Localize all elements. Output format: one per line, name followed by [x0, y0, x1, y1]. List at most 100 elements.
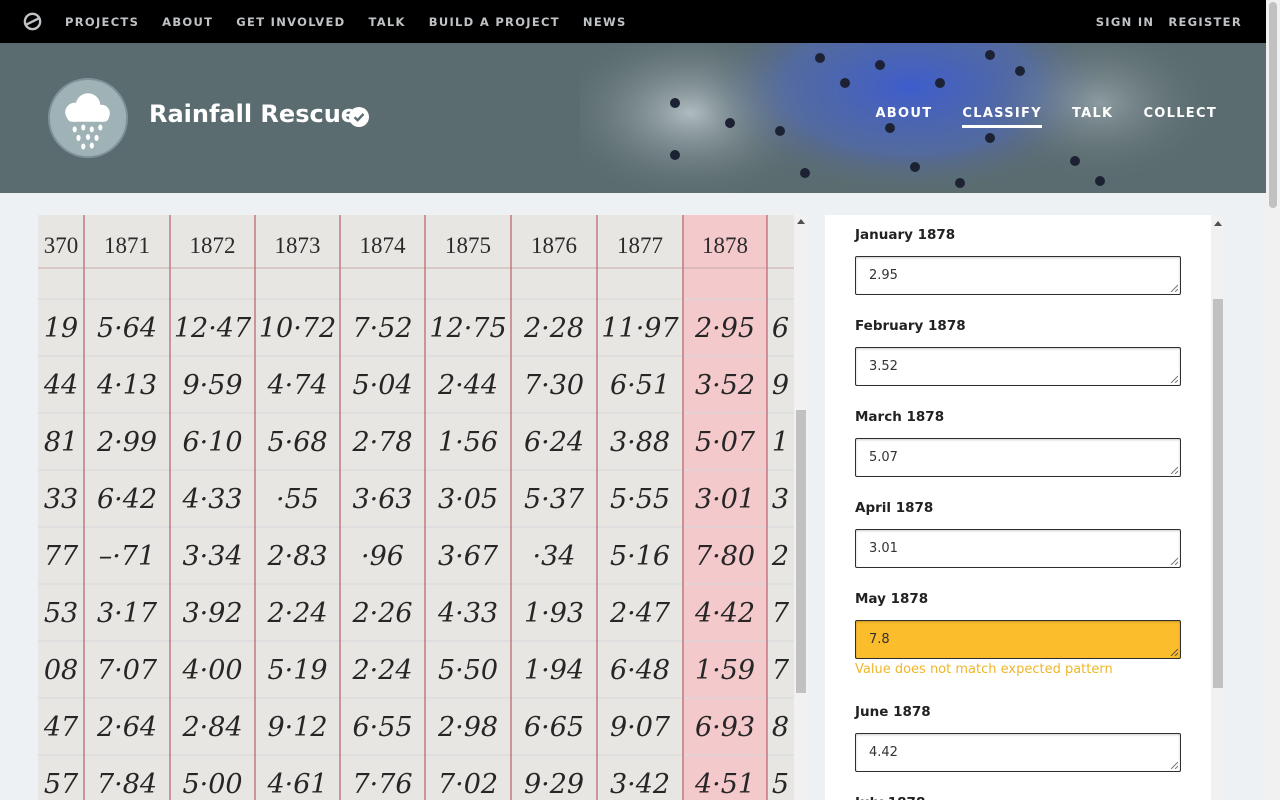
handwritten-value: 6·48: [610, 655, 670, 686]
march-input[interactable]: 5.07: [855, 438, 1181, 477]
tab-about[interactable]: ABOUT: [875, 106, 932, 128]
rainfall-ledger-image[interactable]: 370 1871 1872 1873 1874 1875 1876 1877 187819 5·6…: [38, 215, 794, 800]
handwritten-value: 77: [44, 541, 79, 572]
handwritten-value: 4·00: [181, 655, 242, 686]
resize-grip-icon[interactable]: [1170, 761, 1178, 769]
input-value: 4.42: [869, 745, 898, 760]
field-label: May 1878: [855, 591, 929, 607]
year-header: 1876: [531, 233, 577, 258]
year-header: 1872: [190, 233, 236, 258]
nav-about-link[interactable]: ABOUT: [162, 15, 213, 29]
handwritten-value: 2·24: [266, 598, 327, 629]
nav-projects-link[interactable]: PROJECTS: [65, 15, 139, 29]
handwritten-value: 5·04: [352, 370, 412, 401]
year-header: 1878: [702, 233, 748, 258]
handwritten-value: 2·26: [351, 598, 412, 629]
resize-grip-icon[interactable]: [1170, 284, 1178, 292]
scroll-up-arrow-icon[interactable]: [797, 219, 805, 224]
handwritten-value: 6·55: [352, 712, 412, 743]
input-value: 3.01: [869, 541, 898, 556]
task-panel-scrollbar-thumb[interactable]: [1213, 299, 1223, 688]
rain-cloud-icon: [65, 93, 110, 150]
zooniverse-logo-icon[interactable]: [22, 11, 43, 32]
handwritten-value: 2·83: [266, 541, 327, 572]
project-avatar[interactable]: [48, 78, 128, 158]
year-header: 1873: [275, 233, 321, 258]
february-input[interactable]: 3.52: [855, 347, 1181, 386]
resize-grip-icon[interactable]: [1170, 466, 1178, 474]
handwritten-value: 6·93: [695, 712, 755, 743]
handwritten-value: 44: [43, 370, 78, 401]
handwritten-value: 3·17: [97, 598, 158, 629]
handwritten-value: 6·42: [97, 484, 157, 515]
handwritten-value: 4·33: [181, 484, 242, 515]
sign-in-link[interactable]: SIGN IN: [1096, 15, 1155, 29]
handwritten-value: 9·07: [610, 712, 671, 743]
handwritten-value: 2·44: [437, 370, 498, 401]
field-march: March 1878 5.07: [855, 406, 1181, 477]
project-title[interactable]: Rainfall Rescue: [149, 100, 357, 128]
handwritten-value: 7·52: [352, 313, 412, 344]
field-june: June 1878 4.42: [855, 701, 1181, 772]
handwritten-value: ·55: [276, 484, 319, 515]
subject-image-viewer[interactable]: 370 1871 1872 1873 1874 1875 1876 1877 1878 19 5·6…: [38, 215, 794, 800]
year-header: 1871: [104, 233, 150, 258]
task-panel-scrollbar[interactable]: [1211, 215, 1225, 800]
may-input[interactable]: 7.8: [855, 620, 1181, 659]
input-value: 3.52: [869, 359, 898, 374]
handwritten-value: 33: [44, 484, 78, 515]
field-label: June 1878: [855, 704, 931, 720]
handwritten-value: 7·80: [695, 541, 755, 572]
handwritten-value: 2·95: [694, 313, 755, 344]
page-scrollbar[interactable]: [1266, 0, 1280, 800]
handwritten-value: 5·00: [182, 769, 242, 800]
resize-grip-icon[interactable]: [1170, 648, 1178, 656]
handwritten-value: 47: [43, 712, 79, 743]
register-link[interactable]: REGISTER: [1168, 15, 1242, 29]
handwritten-value: 4·51: [694, 769, 755, 800]
tab-classify[interactable]: CLASSIFY: [962, 106, 1042, 128]
handwritten-value: 7·02: [438, 769, 498, 800]
tab-collect[interactable]: COLLECT: [1143, 106, 1217, 128]
scroll-up-arrow-icon[interactable]: [1214, 221, 1222, 226]
handwritten-value: 5·68: [267, 427, 327, 458]
resize-grip-icon[interactable]: [1170, 375, 1178, 383]
april-input[interactable]: 3.01: [855, 529, 1181, 568]
handwritten-value: 9·29: [524, 769, 584, 800]
january-input[interactable]: 2.95: [855, 256, 1181, 295]
handwritten-value: 3·34: [182, 541, 242, 572]
handwritten-value: ·96: [361, 541, 404, 572]
nav-get-involved-link[interactable]: GET INVOLVED: [236, 15, 345, 29]
verified-badge-icon: [349, 107, 369, 127]
field-label: February 1878: [855, 318, 966, 334]
handwritten-value: 1: [772, 427, 789, 458]
handwritten-value: 08: [44, 655, 78, 686]
viewer-scrollbar-thumb[interactable]: [796, 410, 806, 693]
handwritten-value: 10·72: [259, 313, 336, 344]
input-value: 2.95: [869, 268, 898, 283]
handwritten-value: 2·84: [181, 712, 242, 743]
nav-talk-link[interactable]: TALK: [368, 15, 405, 29]
handwritten-value: 57: [44, 769, 79, 800]
tab-talk[interactable]: TALK: [1072, 106, 1113, 128]
handwritten-value: 2·98: [437, 712, 498, 743]
handwritten-value: 3·92: [182, 598, 242, 629]
handwritten-value: 1·94: [524, 655, 584, 686]
handwritten-value: 3·63: [352, 484, 412, 515]
field-label: January 1878: [855, 227, 956, 243]
june-input[interactable]: 4.42: [855, 733, 1181, 772]
resize-grip-icon[interactable]: [1170, 557, 1178, 565]
handwritten-value: 9·12: [267, 712, 327, 743]
viewer-scrollbar[interactable]: [794, 215, 808, 800]
handwritten-value: 4·13: [96, 370, 157, 401]
handwritten-value: 1·59: [695, 655, 755, 686]
page-scrollbar-thumb[interactable]: [1269, 2, 1277, 208]
nav-build-a-project-link[interactable]: BUILD A PROJECT: [429, 15, 560, 29]
handwritten-value: 9·59: [182, 370, 242, 401]
field-label: March 1878: [855, 409, 945, 425]
handwritten-value: 2·24: [351, 655, 412, 686]
year-header: 370: [44, 233, 79, 258]
handwritten-value: 4·74: [266, 370, 327, 401]
nav-news-link[interactable]: NEWS: [583, 15, 627, 29]
year-header: 1874: [360, 233, 407, 258]
